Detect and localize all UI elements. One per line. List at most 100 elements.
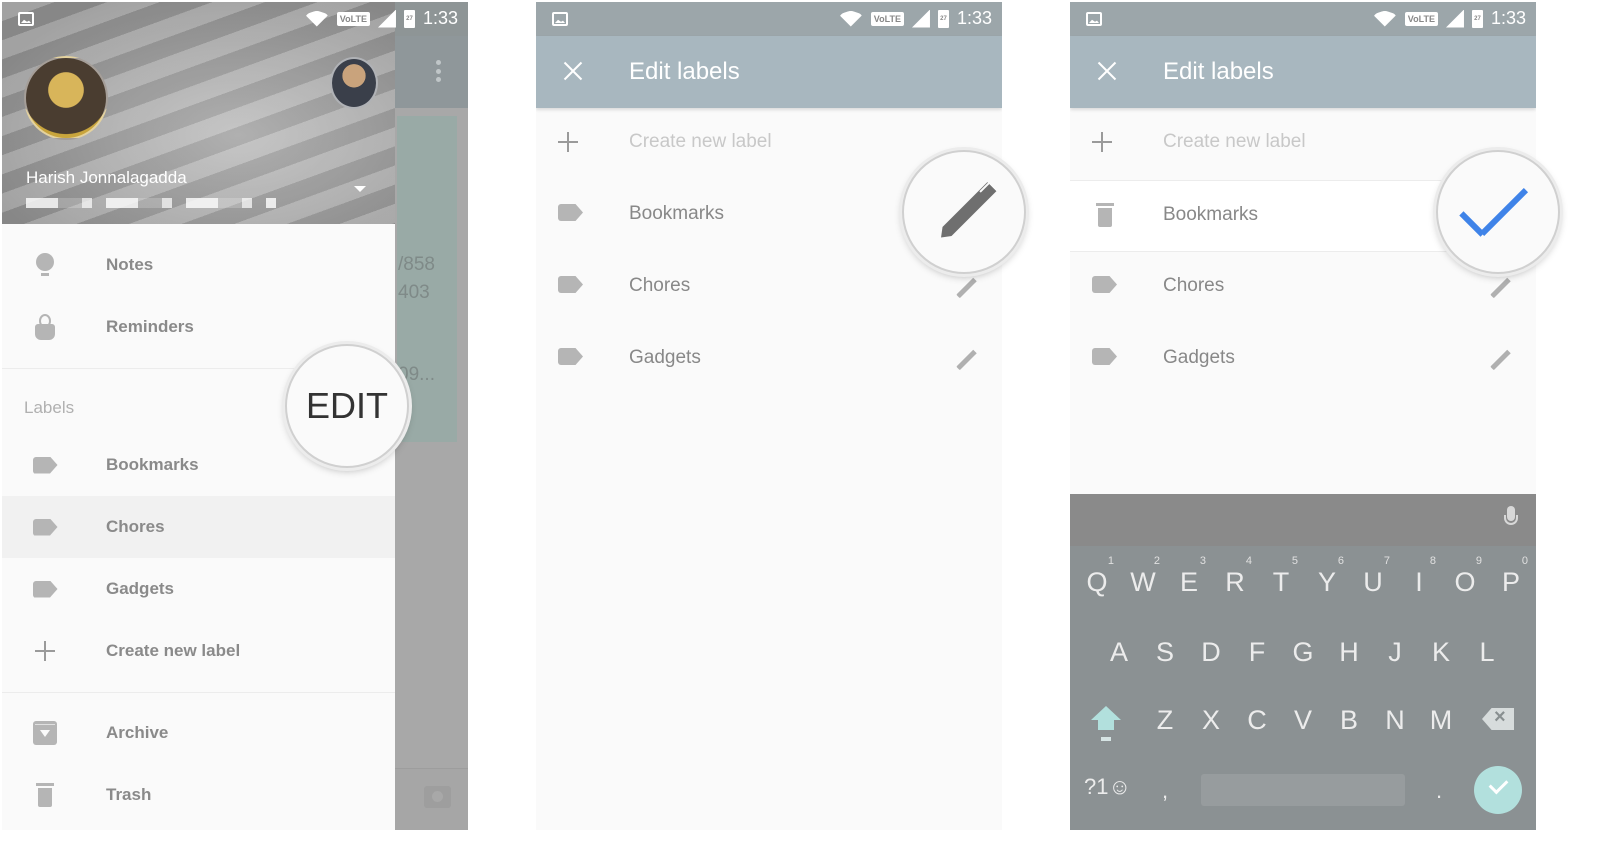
key-g[interactable]: G — [1280, 622, 1326, 682]
key-m[interactable]: M — [1418, 690, 1464, 750]
label-tag-icon — [1092, 276, 1117, 293]
key-b[interactable]: B — [1326, 690, 1372, 750]
pencil-icon[interactable] — [1490, 278, 1510, 298]
image-notification-icon — [18, 12, 34, 26]
create-label-input[interactable]: Create new label — [1163, 131, 1306, 153]
secondary-account-avatar[interactable] — [330, 57, 378, 109]
cell-signal-icon — [911, 9, 930, 28]
drawer-item-label: Trash — [106, 785, 152, 804]
edit-button-label: EDIT — [305, 385, 388, 426]
key-r[interactable]: R4 — [1212, 552, 1258, 612]
label-tag-icon — [1092, 348, 1117, 365]
wifi-icon — [838, 10, 863, 27]
soft-keyboard: Q1W2E3R4T5Y6U7I8O9P0 ASDFGHJKL ZXCVBNM ?… — [1070, 494, 1536, 830]
key-s[interactable]: S — [1142, 622, 1188, 682]
drawer-item-notes[interactable]: Notes — [2, 234, 395, 296]
drawer-item-archive[interactable]: Archive — [2, 702, 395, 764]
label-tag-icon — [558, 348, 583, 365]
key-f[interactable]: F — [1234, 622, 1280, 682]
label-name: Bookmarks — [629, 203, 725, 224]
key-x[interactable]: X — [1188, 690, 1234, 750]
symbols-emoji-key[interactable]: ?1☺ — [1084, 774, 1131, 800]
image-notification-icon — [552, 12, 568, 26]
edit-bookmarks-pencil-button[interactable] — [902, 150, 1026, 274]
microphone-icon[interactable] — [1504, 506, 1518, 532]
keyboard-row-2: ASDFGHJKL — [1070, 622, 1536, 682]
drawer-item-label: Gadgets — [106, 579, 175, 598]
avatar[interactable] — [24, 56, 108, 140]
backspace-key[interactable] — [1482, 708, 1514, 730]
label-row-gadgets[interactable]: Gadgets — [1070, 324, 1536, 396]
wifi-icon — [304, 10, 329, 27]
checkmark-icon — [1463, 187, 1533, 237]
key-w[interactable]: W2 — [1120, 552, 1166, 612]
key-h[interactable]: H — [1326, 622, 1372, 682]
background-note-text: 403 — [398, 282, 430, 303]
key-n[interactable]: N — [1372, 690, 1418, 750]
drawer-item-chores[interactable]: Chores — [2, 496, 395, 558]
background-app-toolbar — [395, 36, 468, 108]
drawer-item-trash[interactable]: Trash — [2, 764, 395, 826]
space-key[interactable] — [1201, 774, 1405, 806]
page-title: Edit labels — [1163, 58, 1274, 85]
key-c[interactable]: C — [1234, 690, 1280, 750]
key-a[interactable]: A — [1096, 622, 1142, 682]
label-name: Chores — [629, 275, 691, 296]
key-u[interactable]: U7 — [1350, 552, 1396, 612]
pencil-icon[interactable] — [1490, 350, 1510, 370]
camera-icon[interactable] — [424, 786, 451, 808]
pencil-icon[interactable] — [956, 350, 976, 370]
archive-icon — [33, 721, 57, 745]
drawer-item-create-label[interactable]: Create new label — [2, 620, 395, 682]
label-name-input[interactable]: Bookmarks — [1163, 204, 1258, 226]
account-dropdown-icon[interactable] — [354, 186, 366, 192]
plus-icon — [558, 132, 578, 152]
key-v[interactable]: V — [1280, 690, 1326, 750]
status-bar: VoLTE 27 1:33 — [1070, 2, 1536, 36]
key-t[interactable]: T5 — [1258, 552, 1304, 612]
drawer-item-label: Reminders — [106, 317, 194, 336]
shift-key[interactable] — [1086, 706, 1126, 740]
comma-key[interactable]: , — [1162, 778, 1168, 804]
volte-badge: VoLTE — [1404, 11, 1438, 26]
delete-label-trash-icon[interactable] — [1096, 203, 1114, 227]
key-q[interactable]: Q1 — [1074, 552, 1120, 612]
key-l[interactable]: L — [1464, 622, 1510, 682]
label-row-gadgets[interactable]: Gadgets — [536, 324, 1002, 396]
key-hint: 8 — [1429, 555, 1436, 567]
done-enter-key[interactable] — [1474, 766, 1522, 814]
key-j[interactable]: J — [1372, 622, 1418, 682]
drawer-item-label: Create new label — [106, 641, 241, 660]
key-y[interactable]: Y6 — [1304, 552, 1350, 612]
drawer-item-gadgets[interactable]: Gadgets — [2, 558, 395, 620]
labels-section-title: Labels — [24, 398, 75, 417]
cell-signal-icon — [377, 9, 396, 28]
reminder-finger-icon — [35, 314, 55, 340]
key-hint: 7 — [1383, 555, 1390, 567]
key-k[interactable]: K — [1418, 622, 1464, 682]
key-hint: 0 — [1521, 555, 1528, 567]
labels-edit-button[interactable]: EDIT — [285, 344, 409, 468]
key-d[interactable]: D — [1188, 622, 1234, 682]
more-vert-icon[interactable] — [435, 60, 441, 82]
period-key[interactable]: . — [1436, 778, 1442, 804]
label-tag-icon — [558, 204, 583, 221]
key-e[interactable]: E3 — [1166, 552, 1212, 612]
divider — [2, 692, 395, 693]
key-z[interactable]: Z — [1142, 690, 1188, 750]
pencil-icon[interactable] — [956, 278, 976, 298]
key-o[interactable]: O9 — [1442, 552, 1488, 612]
label-name: Gadgets — [1163, 347, 1235, 368]
clock-time: 1:33 — [1490, 8, 1526, 28]
keyboard-row-3: ZXCVBNM — [1070, 690, 1536, 750]
volte-badge: VoLTE — [870, 11, 904, 26]
key-hint: 9 — [1475, 555, 1482, 567]
create-label-input[interactable]: Create new label — [629, 131, 772, 153]
key-i[interactable]: I8 — [1396, 552, 1442, 612]
key-p[interactable]: P0 — [1488, 552, 1534, 612]
save-label-check-button[interactable] — [1436, 150, 1560, 274]
screen-edit-label-active: VoLTE 27 1:33 Edit labels Create new lab… — [1070, 2, 1536, 830]
close-icon[interactable] — [562, 60, 584, 82]
clock-time: 1:33 — [956, 8, 992, 28]
close-icon[interactable] — [1096, 60, 1118, 82]
